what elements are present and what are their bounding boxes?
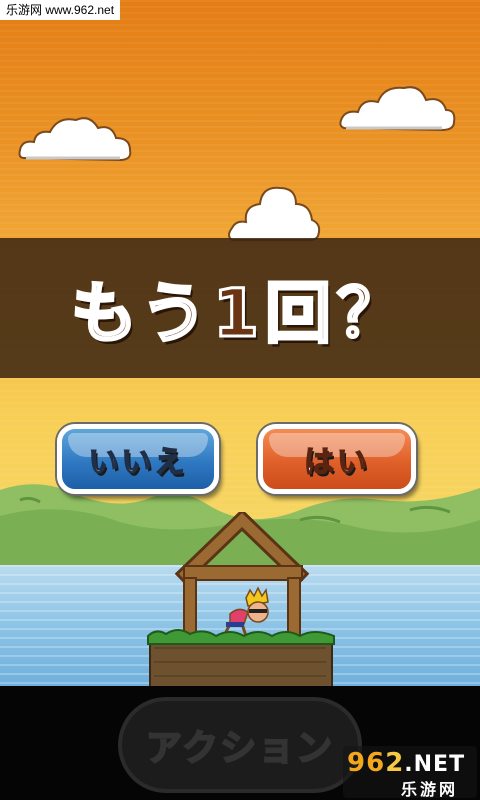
island-house: [147, 512, 335, 689]
no-button-label: いいえ: [88, 444, 188, 481]
cloud-center: [228, 186, 321, 241]
crowned-character-icon: [222, 586, 269, 637]
retry-banner: もう1回？: [0, 238, 480, 378]
game-scene: 乐游网 www.962.net もう1回？ いいえ はい アクション 962.N…: [0, 0, 480, 800]
site-logo: 962.NET 乐游网: [343, 746, 477, 799]
action-button-label: アクション: [145, 727, 335, 770]
retry-title: もう1回？: [70, 274, 409, 354]
site-logo-sub: 乐游网: [401, 780, 459, 799]
site-logo-mark: 962.NET: [347, 748, 466, 778]
cloud-right: [339, 86, 456, 132]
site-watermark: 乐游网 www.962.net: [0, 0, 121, 20]
yes-button[interactable]: はい: [258, 424, 416, 494]
no-button[interactable]: いいえ: [57, 424, 219, 494]
yes-button-label: はい: [303, 444, 370, 481]
cloud-left: [18, 117, 132, 162]
action-button[interactable]: アクション: [118, 697, 362, 793]
